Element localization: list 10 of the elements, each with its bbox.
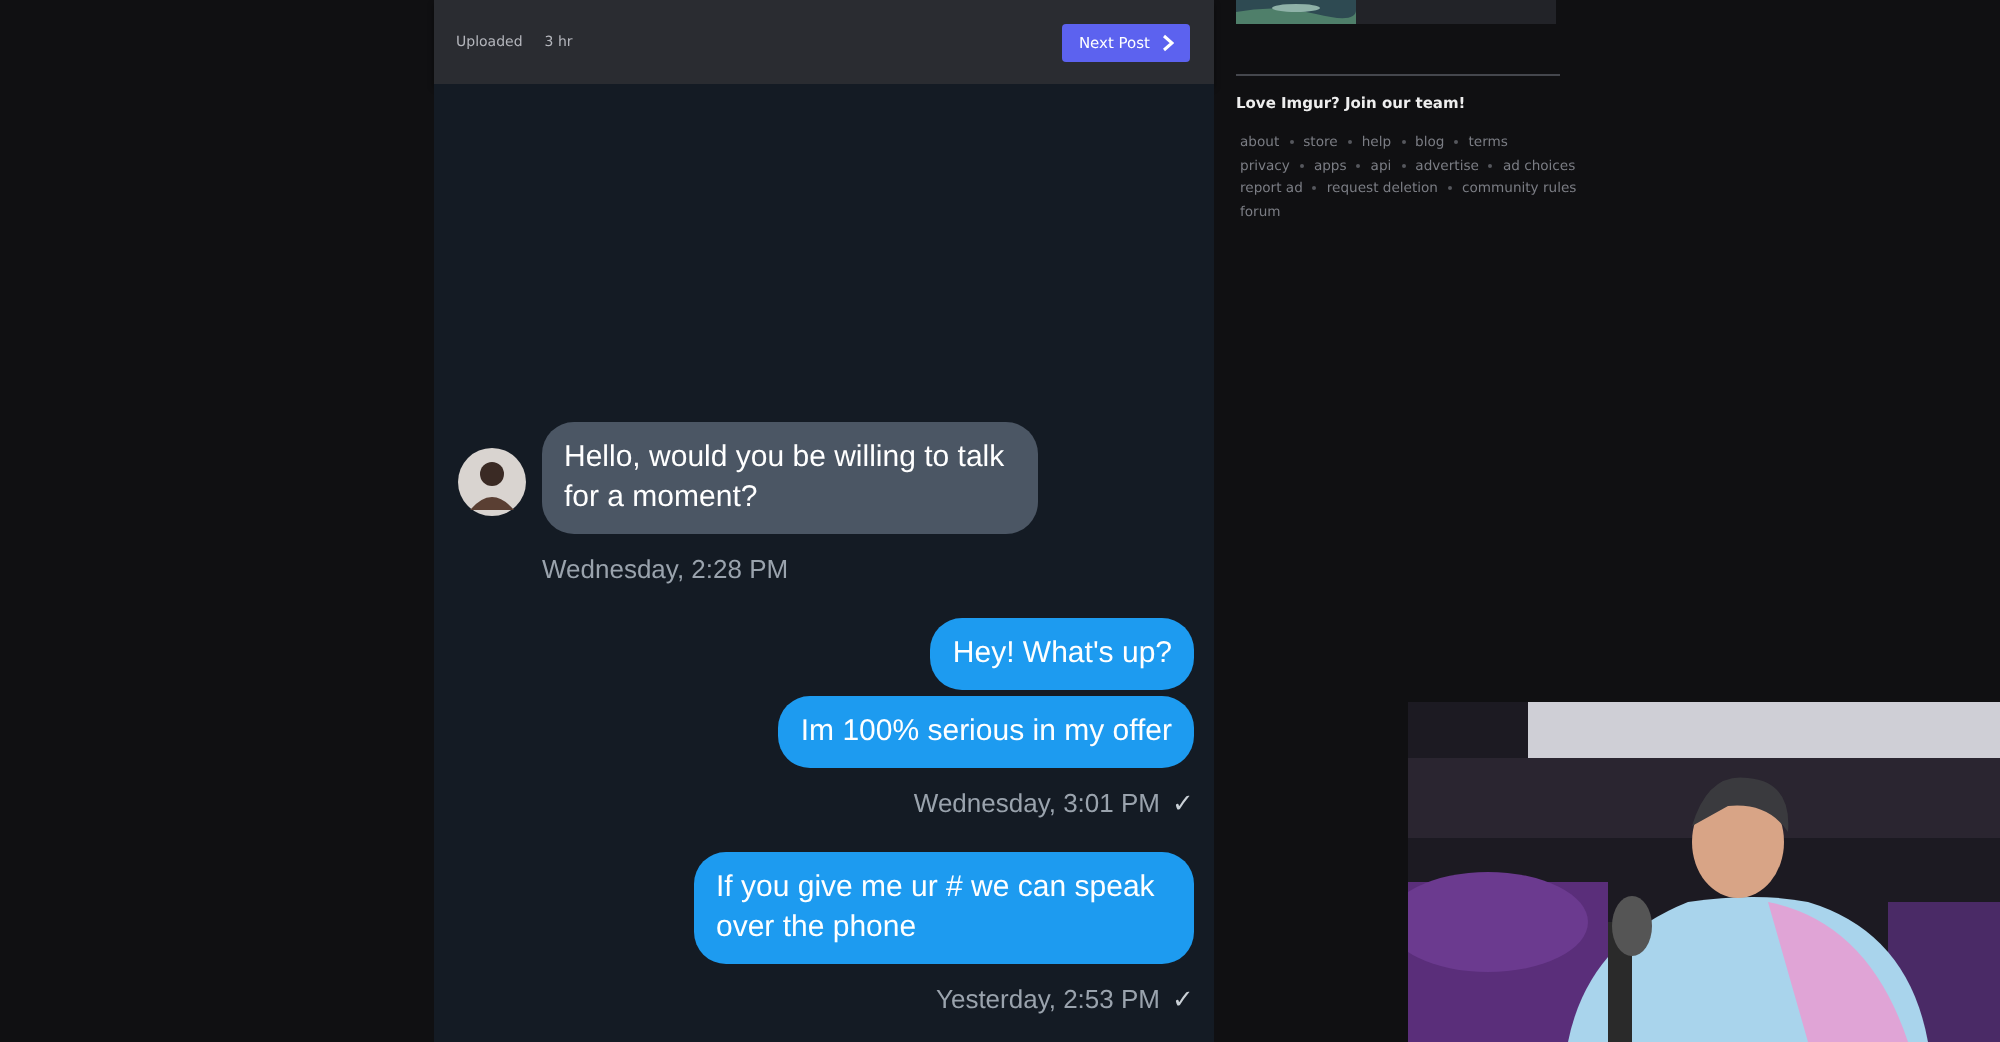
delivered-check: ✓ <box>1172 984 1194 1014</box>
message-timestamp: Yesterday, 2:53 PM <box>935 984 1160 1014</box>
message-bubble: Im 100% serious in my offer <box>778 696 1194 768</box>
delivered-check: ✓ <box>1172 788 1194 818</box>
message-timestamp: Wednesday, 3:01 PM <box>913 788 1160 818</box>
message-bubble: Hello, would you be willing to talk for a moment? <box>542 422 1038 534</box>
message-bubble: If you give me ur # we can speak over the phone <box>694 852 1194 964</box>
message-bubble: Hey! What's up? <box>930 618 1194 690</box>
chevron-right-icon <box>1162 33 1174 51</box>
message-timestamp: Wednesday, 2:28 PM <box>542 554 789 584</box>
